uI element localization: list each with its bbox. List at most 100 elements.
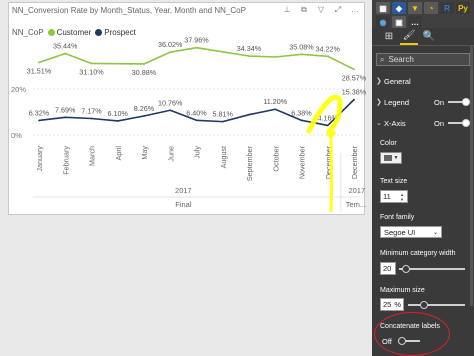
data-point-prospect	[353, 98, 355, 101]
visualizations-pane: ▦ ◆ ▼ ◔ R Py ◉ ▣… ⊞ 🖌 🔍 ⌕ Search ❯ General ❯ Lege…	[372, 0, 474, 356]
funnel-icon[interactable]: ▼	[408, 2, 422, 14]
chevron-down-icon: ⌄	[376, 120, 382, 127]
x-tick-label: February	[61, 146, 70, 175]
pane-tabs: ⊞ 🖌 🔍	[372, 28, 474, 46]
x-tick-label: January	[35, 146, 44, 172]
section-label-legend: Legend	[384, 97, 410, 107]
data-label-customer: 34.22%	[316, 44, 341, 53]
fields-tab[interactable]: ⊞	[380, 28, 398, 45]
table-icon[interactable]: ▦	[376, 2, 390, 14]
stepper-icon[interactable]: ▲ ▼	[400, 192, 406, 202]
data-label-customer: 30.88%	[132, 68, 157, 77]
data-point-customer	[195, 46, 198, 49]
maximum-size-value: 25	[383, 300, 392, 309]
data-point-prospect	[38, 119, 40, 122]
data-point-prospect	[326, 124, 329, 127]
x-tick-label: October	[271, 145, 280, 171]
format-search-box[interactable]: ⌕ Search	[376, 53, 470, 66]
legend-toggle[interactable]	[448, 98, 470, 106]
data-label-prospect: 10.76%	[158, 98, 183, 107]
data-label-prospect: 7.69%	[55, 105, 76, 114]
year-label: 2017	[175, 186, 192, 195]
slider-knob[interactable]	[420, 301, 429, 309]
color-picker[interactable]: ▼	[380, 152, 402, 164]
x-axis-toggle[interactable]	[448, 119, 470, 127]
line-chart: 20% 0% 31.51% 35.44% 31.10% 30.88% 36.02% 37.96…	[11, 36, 366, 213]
data-point-prospect	[169, 109, 172, 112]
status-label: Tem...	[346, 200, 366, 209]
chevron-right-icon: ❯	[376, 99, 382, 106]
data-label-prospect: 8.26%	[134, 104, 155, 113]
data-label-prospect: 6.32%	[29, 108, 50, 117]
analytics-tab[interactable]: 🔍	[420, 28, 438, 45]
globe-icon[interactable]: ◉	[376, 16, 390, 28]
data-point-customer	[300, 53, 303, 56]
data-point-prospect	[116, 120, 119, 122]
data-label-prospect: 15.38%	[342, 88, 366, 97]
data-point-prospect	[248, 113, 250, 116]
data-label-customer: 35.44%	[53, 41, 78, 50]
data-point-customer	[353, 68, 355, 71]
data-point-prospect	[143, 115, 145, 117]
line-chart-visual[interactable]: NN_Conversion Rate by Month_Status, Year…	[8, 2, 366, 215]
x-tick-label: April	[114, 146, 123, 161]
maximum-size-input[interactable]: 25 %	[380, 298, 404, 311]
data-label-customer: 34.34%	[237, 44, 262, 53]
custom-visual-icon[interactable]: ▣	[392, 16, 406, 28]
section-x-axis[interactable]: ⌄ X-Axis On	[376, 117, 470, 129]
data-point-prospect	[90, 117, 93, 120]
min-category-width-input[interactable]: 20	[380, 262, 396, 275]
section-legend[interactable]: ❯ Legend On	[376, 96, 470, 108]
text-size-value: 11	[383, 192, 391, 201]
color-swatch	[383, 155, 392, 161]
min-category-width-slider[interactable]	[399, 265, 465, 273]
data-label-customer: 31.10%	[79, 67, 104, 76]
python-icon[interactable]: Py	[456, 2, 470, 14]
min-category-width-label: Minimum category width	[380, 250, 456, 257]
r-script-icon[interactable]: R	[440, 2, 454, 14]
font-family-dropdown[interactable]: Segoe UI ⌄	[380, 226, 442, 238]
more-visuals-icon[interactable]: …	[408, 16, 422, 28]
data-point-prospect	[64, 116, 67, 119]
pane-scrollbar[interactable]	[470, 46, 473, 306]
text-size-label: Text size	[380, 178, 408, 185]
data-label-prospect: 7.17%	[81, 107, 102, 116]
data-point-customer	[274, 56, 277, 58]
toggle-knob	[462, 119, 470, 127]
x-axis-toggle-state: On	[433, 118, 444, 128]
section-label-x-axis: X-Axis	[384, 118, 406, 128]
data-point-customer	[248, 55, 250, 57]
status-label: Final	[175, 200, 192, 209]
min-category-width-value: 20	[383, 264, 392, 273]
maximum-size-slider[interactable]	[408, 301, 465, 309]
maximum-size-unit: %	[394, 300, 402, 309]
x-tick-label: August	[219, 146, 228, 168]
text-size-input[interactable]: 11 ▲ ▼	[380, 190, 408, 203]
x-tick-label: July	[193, 146, 202, 159]
x-tick-label: December	[350, 145, 359, 179]
visual-type-gallery: ▦ ◆ ▼ ◔ R Py ◉ ▣…	[372, 0, 474, 28]
gauge-icon[interactable]: ◔	[424, 2, 438, 14]
x-tick-label: June	[166, 146, 175, 162]
slider-knob[interactable]	[401, 265, 410, 273]
data-point-prospect	[195, 119, 198, 122]
data-point-prospect	[300, 119, 303, 122]
data-point-customer	[64, 52, 67, 55]
data-label-customer: 28.57%	[342, 73, 366, 82]
maximum-size-label: Maximum size	[380, 287, 425, 294]
format-tab[interactable]: 🖌	[400, 28, 418, 45]
x-tick-label: November	[298, 145, 307, 179]
filled-map-icon[interactable]: ◆	[392, 2, 406, 14]
x-tick-label: May	[140, 146, 149, 160]
font-family-label: Font family	[380, 214, 415, 221]
data-label-prospect: 6.10%	[108, 109, 129, 118]
data-label-prospect: 5.81%	[213, 110, 234, 119]
data-label-prospect: 11.20%	[263, 97, 287, 106]
data-label-prospect: 6.40%	[186, 108, 207, 117]
chevron-down-icon: ▼	[393, 155, 399, 161]
section-general[interactable]: ❯ General	[376, 75, 470, 87]
search-input[interactable]: Search	[388, 55, 413, 64]
data-label-customer: 36.02%	[158, 40, 183, 49]
data-point-customer	[326, 55, 329, 58]
data-point-customer	[90, 62, 93, 65]
